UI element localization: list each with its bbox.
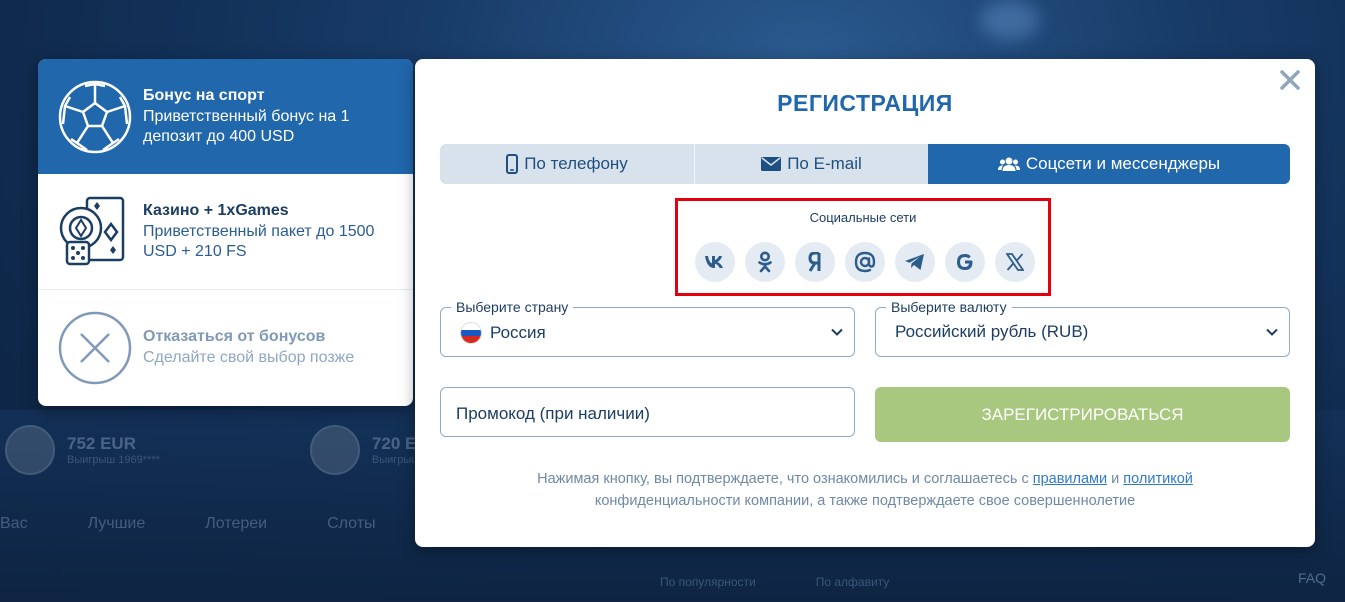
social-networks-box: Социальные сети [675, 198, 1051, 296]
users-icon [997, 156, 1020, 172]
bonus-desc: Сделайте свой выбор позже [143, 349, 355, 366]
bonus-title: Отказаться от бонусов [143, 328, 326, 345]
google-icon[interactable] [945, 242, 985, 282]
envelope-icon [761, 157, 782, 171]
odnoklassniki-icon[interactable] [745, 242, 785, 282]
tab-phone[interactable]: По телефону [440, 144, 695, 184]
bonus-option-casino[interactable]: Казино + 1xGames Приветственный пакет до… [38, 174, 413, 290]
country-select[interactable]: Выберите страну Россия [440, 299, 855, 357]
bonus-option-decline[interactable]: Отказаться от бонусов Сделайте свой выбо… [38, 290, 413, 406]
currency-value: Российский рубль (RUB) [895, 322, 1089, 341]
yandex-icon[interactable] [795, 242, 835, 282]
bonus-text: Отказаться от бонусов Сделайте свой выбо… [143, 328, 354, 368]
social-label: Социальные сети [809, 210, 917, 225]
winner-amount: 752 EUR [67, 434, 136, 453]
tab-social[interactable]: Соцсети и мессенджеры [928, 144, 1290, 184]
bonus-title: Бонус на спорт [143, 86, 265, 104]
winner-avatar [5, 425, 55, 475]
country-value: Россия [490, 323, 546, 342]
modal-title: РЕГИСТРАЦИЯ [777, 90, 953, 116]
telegram-icon[interactable] [895, 242, 935, 282]
vk-icon[interactable] [695, 242, 735, 282]
privacy-policy-link[interactable]: политикой [1123, 471, 1193, 487]
x-twitter-icon[interactable] [995, 242, 1035, 282]
background-winner: 752 EUR Выигрыш 1969**** [5, 415, 160, 485]
currency-label: Выберите валюту [886, 299, 1012, 315]
background-nav-item: Слоты [327, 515, 376, 532]
country-label: Выберите страну [451, 299, 574, 315]
bonus-text: Бонус на спорт Приветственный бонус на 1… [143, 87, 395, 147]
bonus-desc: Приветственный пакет до 1500 USD + 210 F… [143, 222, 375, 260]
winner-sub: Выигрыш 1969**** [67, 454, 160, 466]
sort-popularity: По популярности [660, 575, 756, 589]
background-nav: Вас Лучшие Лотереи Слоты [0, 515, 376, 533]
terms-part: конфиденциальности компании, а также под… [594, 493, 1136, 509]
terms-part: Нажимая кнопку, вы подтверждаете, что оз… [537, 471, 1033, 487]
background-nav-item: Лотереи [205, 515, 268, 532]
registration-tabs: По телефону По E-mail Соцсети и мессендж… [440, 144, 1290, 184]
decline-x-icon [56, 309, 134, 387]
bonus-desc: Приветственный бонус на 1 депозит до 400… [143, 107, 350, 145]
bonus-text: Казино + 1xGames Приветственный пакет до… [143, 202, 395, 262]
bonus-panel: Бонус на спорт Приветственный бонус на 1… [38, 59, 413, 406]
close-icon[interactable] [1279, 69, 1301, 91]
bonus-option-sport[interactable]: Бонус на спорт Приветственный бонус на 1… [38, 59, 413, 174]
background-sort-bar: По популярности По алфавиту [660, 575, 889, 589]
background-nav-item: Лучшие [87, 515, 146, 532]
register-button[interactable]: ЗАРЕГИСТРИРОВАТЬСЯ [875, 387, 1290, 442]
rules-link[interactable]: правилами [1033, 471, 1107, 487]
mailru-icon[interactable] [845, 242, 885, 282]
background-glow [980, 0, 1040, 40]
russia-flag-icon [460, 322, 482, 344]
social-buttons [695, 242, 1035, 282]
country-value-wrap: Россия [460, 322, 546, 344]
tab-label: Соцсети и мессенджеры [1025, 154, 1221, 173]
winner-avatar [309, 425, 360, 475]
terms-part: и [1107, 471, 1124, 487]
soccer-ball-icon [56, 78, 134, 156]
phone-icon [506, 154, 519, 174]
casino-chips-icon [56, 193, 134, 271]
registration-modal: РЕГИСТРАЦИЯ По телефону По E-mail Соцсет… [415, 59, 1315, 547]
background-nav-item: Вас [0, 515, 28, 532]
promo-code-input[interactable]: Промокод (при наличии) [440, 387, 855, 437]
tab-label: По E-mail [787, 154, 862, 173]
tab-email[interactable]: По E-mail [695, 144, 928, 184]
background-faq: FAQ [1298, 570, 1327, 586]
currency-select[interactable]: Выберите валюту Российский рубль (RUB) [875, 299, 1290, 357]
terms-text: Нажимая кнопку, вы подтверждаете, что оз… [475, 468, 1255, 512]
chevron-down-icon [1265, 325, 1279, 344]
sort-alphabet: По алфавиту [815, 575, 890, 589]
bonus-title: Казино + 1xGames [143, 201, 289, 219]
chevron-down-icon [830, 325, 844, 344]
tab-label: По телефону [524, 154, 628, 173]
